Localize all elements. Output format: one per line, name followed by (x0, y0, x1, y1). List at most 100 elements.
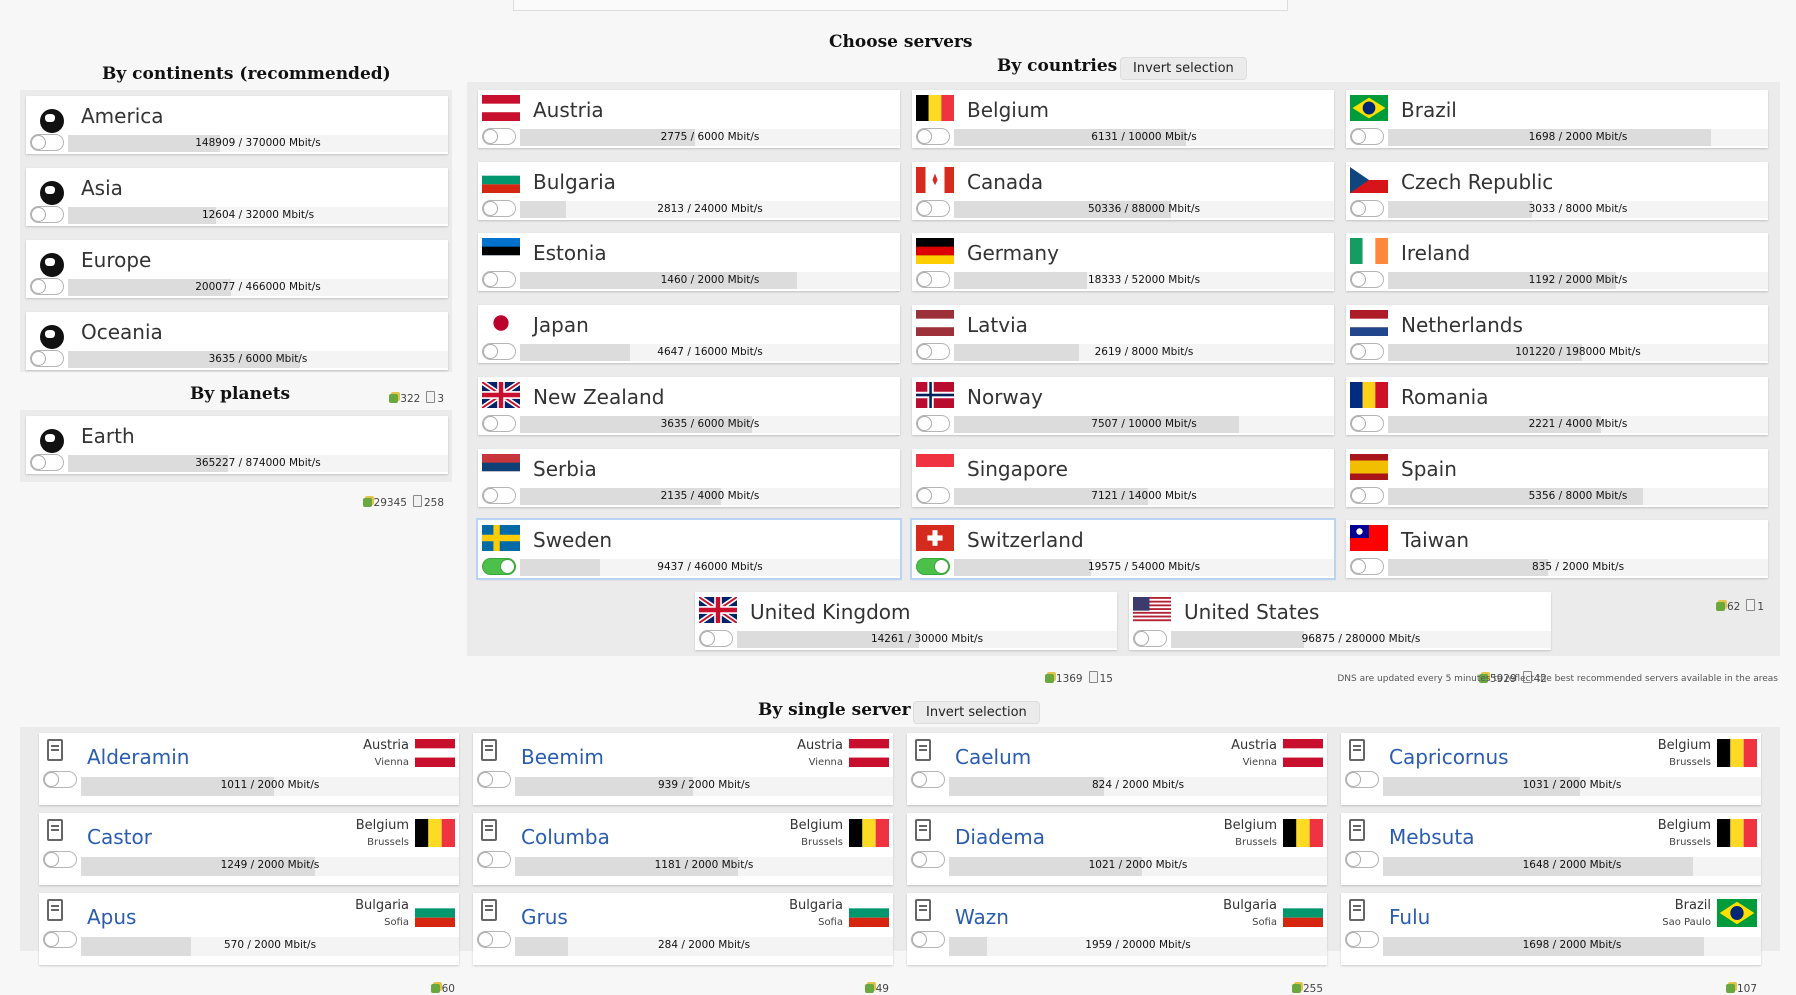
country-card[interactable]: Singapore 7121 / 14000 Mbit/s 4807 (912, 448, 1334, 542)
server-name[interactable]: Alderamin (87, 745, 189, 769)
server-name[interactable]: Grus (521, 905, 568, 929)
server-toggle[interactable] (911, 851, 945, 868)
country-toggle[interactable] (482, 414, 516, 432)
country-card[interactable]: Brazil 1698 / 2000 Mbit/s 1071 (1346, 90, 1768, 183)
country-card[interactable]: Sweden 9437 / 46000 Mbit/s 114914 (478, 520, 900, 613)
country-toggle[interactable] (482, 343, 516, 361)
country-card[interactable]: Czech Republic 3033 / 8000 Mbit/s 2714 (1346, 161, 1768, 255)
server-name[interactable]: Diadema (955, 825, 1045, 849)
country-toggle[interactable] (916, 558, 950, 576)
country-toggle[interactable] (916, 128, 950, 145)
country-toggle[interactable] (916, 199, 950, 217)
country-card[interactable]: Bulgaria 2813 / 24000 Mbit/s 3643 (478, 161, 900, 255)
country-toggle[interactable] (699, 630, 733, 647)
server-toggle[interactable] (1345, 771, 1379, 788)
server-toggle[interactable] (43, 851, 77, 868)
single-server-card[interactable]: Castor Belgium Brussels 1249 / 2000 Mbit… (39, 813, 459, 915)
single-server-card[interactable]: Capricornus Belgium Brussels 1031 / 2000… (1341, 733, 1761, 835)
country-card[interactable]: Austria 2775 / 6000 Mbit/s 2783 (478, 90, 900, 183)
server-toggle[interactable] (911, 931, 945, 948)
server-toggle[interactable] (43, 931, 77, 948)
country-toggle[interactable] (916, 343, 950, 361)
bandwidth-bar: 939 / 2000 Mbit/s 96 (515, 777, 893, 835)
continent-card[interactable]: Asia 12604 / 32000 Mbit/s 110416 (26, 168, 448, 261)
server-toggle[interactable] (477, 851, 511, 868)
continent-toggle[interactable] (30, 134, 64, 151)
single-server-card[interactable]: Alderamin Austria Vienna 1011 / 2000 Mbi… (39, 733, 459, 835)
country-toggle[interactable] (1350, 486, 1384, 504)
country-card[interactable]: New Zealand 3635 / 6000 Mbit/s 3223 (478, 376, 900, 470)
server-name[interactable]: Caelum (955, 745, 1031, 769)
country-card[interactable]: Romania 2221 / 4000 Mbit/s 2002 (1346, 376, 1768, 470)
continent-toggle[interactable] (30, 206, 64, 223)
server-toggle[interactable] (477, 931, 511, 948)
server-name[interactable]: Capricornus (1389, 745, 1509, 769)
country-toggle[interactable] (482, 128, 516, 145)
country-toggle[interactable] (1350, 414, 1384, 432)
country-card[interactable]: Latvia 2619 / 8000 Mbit/s 2064 (912, 305, 1334, 398)
country-card[interactable]: United Kingdom 14261 / 30000 Mbit/s 1369… (695, 592, 1117, 685)
country-toggle[interactable] (1133, 630, 1167, 647)
country-card[interactable]: Germany 18333 / 52000 Mbit/s 145817 (912, 233, 1334, 326)
users-count: 62 (1726, 601, 1741, 614)
server-name[interactable]: Beemim (521, 745, 604, 769)
server-toggle[interactable] (43, 771, 77, 788)
continent-card[interactable]: Oceania 3635 / 6000 Mbit/s 322 3 (26, 312, 448, 405)
bandwidth-bar: 1698 / 2000 Mbit/s 1071 (1388, 129, 1768, 183)
country-card[interactable]: Switzerland 19575 / 54000 Mbit/s 17959 (912, 520, 1334, 613)
country-toggle[interactable] (482, 558, 516, 576)
country-card[interactable]: Spain 5356 / 8000 Mbit/s 3384 (1346, 448, 1768, 542)
server-name[interactable]: Castor (87, 825, 152, 849)
server-toggle[interactable] (911, 771, 945, 788)
country-card[interactable]: Taiwan 835 / 2000 Mbit/s 62 1 (1346, 520, 1768, 613)
single-server-card[interactable]: Wazn Bulgaria Sofia 1959 / 20000 Mbit/s … (907, 893, 1327, 995)
country-toggle[interactable] (916, 414, 950, 432)
country-card[interactable]: Norway 7507 / 10000 Mbit/s 5445 (912, 376, 1334, 470)
country-toggle[interactable] (916, 486, 950, 504)
country-card[interactable]: Estonia 1460 / 2000 Mbit/s 771 (478, 233, 900, 326)
server-toggle[interactable] (477, 771, 511, 788)
planet-card[interactable]: Earth 365227 / 874000 Mbit/s 29345 258 (26, 416, 448, 509)
country-card[interactable]: Netherlands 101220 / 198000 Mbit/s 84947… (1346, 305, 1768, 398)
country-card[interactable]: United States 96875 / 280000 Mbit/s 5929… (1129, 592, 1551, 685)
country-card[interactable]: Japan 4647 / 16000 Mbit/s 5628 (478, 305, 900, 398)
server-toggle[interactable] (1345, 851, 1379, 868)
country-toggle[interactable] (1350, 271, 1384, 289)
single-server-card[interactable]: Columba Belgium Brussels 1181 / 2000 Mbi… (473, 813, 893, 915)
single-server-card[interactable]: Mebsuta Belgium Brussels 1648 / 2000 Mbi… (1341, 813, 1761, 915)
country-card[interactable]: Serbia 2135 / 4000 Mbit/s 1422 (478, 448, 900, 542)
country-toggle[interactable] (1350, 343, 1384, 361)
bandwidth-text: 1181 / 2000 Mbit/s (654, 859, 754, 871)
single-server-card[interactable]: Fulu Brazil Sao Paulo 1698 / 2000 Mbit/s… (1341, 893, 1761, 995)
server-toggle[interactable] (1345, 931, 1379, 948)
country-toggle[interactable] (1350, 128, 1384, 145)
single-server-card[interactable]: Beemim Austria Vienna 939 / 2000 Mbit/s … (473, 733, 893, 835)
server-name[interactable]: Columba (521, 825, 610, 849)
continent-card[interactable]: Europe 200077 / 466000 Mbit/s 17390161 (26, 240, 448, 333)
continent-card[interactable]: America 148909 / 370000 Mbit/s 1052978 (26, 96, 448, 189)
country-toggle[interactable] (1350, 558, 1384, 576)
single-server-card[interactable]: Caelum Austria Vienna 824 / 2000 Mbit/s … (907, 733, 1327, 835)
country-card[interactable]: Canada 50336 / 88000 Mbit/s 449335 (912, 161, 1334, 255)
server-name[interactable]: Wazn (955, 905, 1009, 929)
country-toggle[interactable] (482, 271, 516, 289)
country-toggle[interactable] (482, 486, 516, 504)
continent-toggle[interactable] (30, 350, 64, 367)
server-name[interactable]: Apus (87, 905, 136, 929)
single-server-card[interactable]: Apus Bulgaria Sofia 570 / 2000 Mbit/s 60 (39, 893, 459, 995)
country-toggle[interactable] (482, 199, 516, 217)
country-toggle[interactable] (1350, 199, 1384, 217)
continent-toggle[interactable] (30, 278, 64, 295)
single-server-card[interactable]: Diadema Belgium Brussels 1021 / 2000 Mbi… (907, 813, 1327, 915)
server-name[interactable]: Fulu (1389, 905, 1430, 929)
planet-toggle[interactable] (30, 454, 64, 471)
invert-selection-countries-button[interactable]: Invert selection (1120, 57, 1247, 80)
users-icon (362, 498, 372, 507)
country-card[interactable]: Belgium 6131 / 10000 Mbit/s 6055 (912, 90, 1334, 183)
invert-selection-single-button[interactable]: Invert selection (913, 701, 1040, 724)
country-toggle[interactable] (916, 271, 950, 289)
server-name[interactable]: Mebsuta (1389, 825, 1474, 849)
country-card[interactable]: Ireland 1192 / 2000 Mbit/s 1001 (1346, 233, 1768, 326)
single-server-card[interactable]: Grus Bulgaria Sofia 284 / 2000 Mbit/s 49 (473, 893, 893, 995)
server-city: Brussels (1235, 837, 1277, 848)
